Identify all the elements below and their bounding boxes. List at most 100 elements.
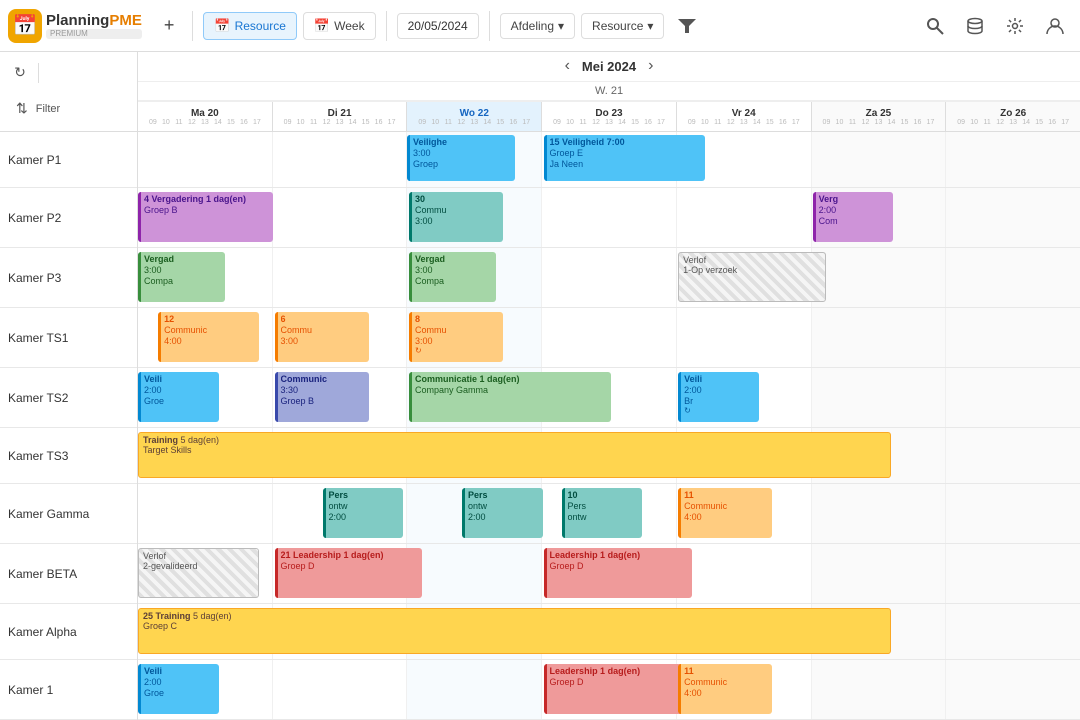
event-commu-p2-wo[interactable]: 30 Commu 3:00 [409, 192, 503, 242]
event-sub: Groe [144, 688, 216, 699]
refresh-button[interactable]: ↻ [8, 61, 32, 85]
day-col-do [542, 308, 677, 367]
event-sub: Communic [164, 325, 256, 336]
day-col-zo [946, 308, 1080, 367]
time-labels: 09 10 11 12 13 14 15 16 17 [551, 119, 668, 126]
event-vergad-p3-ma[interactable]: Vergad 3:00 Compa [138, 252, 225, 302]
event-vergad-p3-wo[interactable]: Vergad 3:00 Compa [409, 252, 496, 302]
event-title: Communic [281, 374, 366, 385]
day-col-za [812, 660, 947, 719]
event-veili-ts2-vr[interactable]: Veili 2:00 Br ↻ [678, 372, 759, 422]
event-sub: Commu [281, 325, 366, 336]
filter-icon [678, 19, 696, 33]
event-commu-ts1-di[interactable]: 6 Commu 3:00 [275, 312, 369, 362]
event-title: Pers [468, 490, 540, 501]
event-leadership-kamer1-do[interactable]: Leadership 1 dag(en) Groep D [544, 664, 692, 714]
event-title: 12 [164, 314, 256, 325]
event-time: 2:00 [684, 385, 756, 396]
event-veili-kamer1-ma[interactable]: Veili 2:00 Groe [138, 664, 219, 714]
database-button[interactable] [958, 9, 992, 43]
event-training-alpha[interactable]: 25 Training 5 dag(en) Groep C [138, 608, 891, 654]
event-title: Verlof [683, 255, 821, 265]
event-training-ts3[interactable]: Training 5 dag(en) Target Skills [138, 432, 891, 478]
event-title: Communicatie 1 dag(en) [415, 374, 608, 385]
day-col-zo [946, 132, 1080, 187]
day-col-vr [677, 188, 812, 247]
event-veili-ts2-ma[interactable]: Veili 2:00 Groe [138, 372, 219, 422]
event-time: 3:00 [281, 336, 366, 347]
event-title: Veili [144, 666, 216, 677]
day-col-zo [946, 544, 1080, 603]
resource-tab-btn[interactable]: 📅 Resource [203, 12, 297, 40]
logo-icon: 📅 [8, 9, 42, 43]
day-columns [138, 248, 1080, 307]
event-communic-ts2-di[interactable]: Communic 3:30 Groep B [275, 372, 369, 422]
cal-row-ts2: Veili 2:00 Groe Communic 3:30 Groep B Co… [138, 368, 1080, 428]
event-title: 8 [415, 314, 500, 325]
prev-btn[interactable]: ‹ [565, 57, 570, 75]
filter-button[interactable] [670, 9, 704, 43]
event-veiligheid-p1-do[interactable]: 15 Veiligheid 7:00 Groep E Ja Neen [544, 135, 705, 181]
event-verg-p2-za[interactable]: Verg 2:00 Com [813, 192, 894, 242]
group-dropdown[interactable]: Afdeling ▾ [500, 13, 575, 39]
event-communic-ts1-ma[interactable]: 12 Communic 4:00 [158, 312, 259, 362]
cal-row-ts3: Training 5 dag(en) Target Skills [138, 428, 1080, 484]
resource-dropdown[interactable]: Resource ▾ [581, 13, 664, 39]
search-icon [926, 17, 944, 35]
event-sub: Communic [684, 501, 769, 512]
event-commu-ts1-wo[interactable]: 8 Commu 3:00 ↻ [409, 312, 503, 362]
day-col-zo [946, 604, 1080, 659]
next-btn[interactable]: › [648, 57, 653, 75]
day-col-za [812, 248, 947, 307]
day-col-ma [138, 132, 273, 187]
filter-row: ⇅ Filter [8, 95, 129, 123]
event-verlof-p3-vr[interactable]: Verlof 1-Op verzoek [678, 252, 826, 302]
day-header-zo26: Zo 26 09 10 11 12 13 14 15 16 17 [946, 102, 1080, 131]
week-tab-label: Week [334, 19, 364, 33]
search-button[interactable] [918, 9, 952, 43]
user-icon [1046, 17, 1064, 35]
event-title: 4 Vergadering 1 dag(en) [144, 194, 270, 205]
event-sub: Compa [415, 276, 493, 287]
day-col-di [273, 660, 408, 719]
month-label: Mei 2024 [582, 59, 636, 74]
event-sub: Groep C [143, 621, 886, 631]
day-header-wo22: Wo 22 09 10 11 12 13 14 15 16 17 [407, 102, 542, 131]
user-button[interactable] [1038, 9, 1072, 43]
event-title: Vergad [415, 254, 493, 265]
event-leadership-beta-do[interactable]: Leadership 1 dag(en) Groep D [544, 548, 692, 598]
event-sub: Company Gamma [415, 385, 608, 396]
event-time: 2:00 [329, 512, 401, 523]
group-label: Afdeling [511, 19, 554, 33]
sidebar-divider [38, 63, 39, 83]
event-title: Verg [819, 194, 891, 205]
main-content: ↻ ⇅ Filter Kamer P1 Kamer P2 Kamer P3 Ka… [0, 52, 1080, 720]
event-persontw-gamma-di[interactable]: Pers ontw 2:00 [323, 488, 404, 538]
event-11communic-kamer1-vr[interactable]: 11 Communic 4:00 [678, 664, 772, 714]
day-label: Zo 26 [1000, 108, 1026, 119]
event-time: 3:00 [415, 265, 493, 276]
event-vergadering-p2-ma[interactable]: 4 Vergadering 1 dag(en) Groep B [138, 192, 273, 242]
day-col-vr [677, 308, 812, 367]
time-labels: 09 10 11 12 13 14 15 16 17 [955, 119, 1072, 126]
event-10persontw-gamma-do[interactable]: 10 Pers ontw [562, 488, 643, 538]
resource-sidebar: ↻ ⇅ Filter Kamer P1 Kamer P2 Kamer P3 Ka… [0, 52, 138, 720]
resource-name: Kamer Gamma [8, 507, 89, 521]
event-11communic-gamma-vr[interactable]: 11 Communic 4:00 [678, 488, 772, 538]
event-sub: Com [819, 216, 891, 227]
resource-tab-label: Resource [235, 19, 286, 33]
settings-button[interactable] [998, 9, 1032, 43]
event-sub: Pers [568, 501, 640, 512]
event-veiligheid-p1-wo[interactable]: Veilighe 3:00 Groep [407, 135, 515, 181]
resource-name: Kamer TS3 [8, 449, 68, 463]
event-persontw-gamma-wo[interactable]: Pers ontw 2:00 [462, 488, 543, 538]
cal-row-alpha: 25 Training 5 dag(en) Groep C [138, 604, 1080, 660]
event-verlof-beta-ma[interactable]: Verlof 2-gevalideerd [138, 548, 259, 598]
day-col-wo [407, 544, 542, 603]
event-leadership-beta-di[interactable]: 21 Leadership 1 dag(en) Groep D [275, 548, 423, 598]
add-button[interactable]: + [156, 11, 183, 40]
event-time: 4:00 [684, 512, 769, 523]
event-communicatie-ts2-wo[interactable]: Communicatie 1 dag(en) Company Gamma [409, 372, 611, 422]
week-label: W. 21 [595, 85, 623, 97]
week-tab-btn[interactable]: 📅 Week [303, 12, 376, 40]
